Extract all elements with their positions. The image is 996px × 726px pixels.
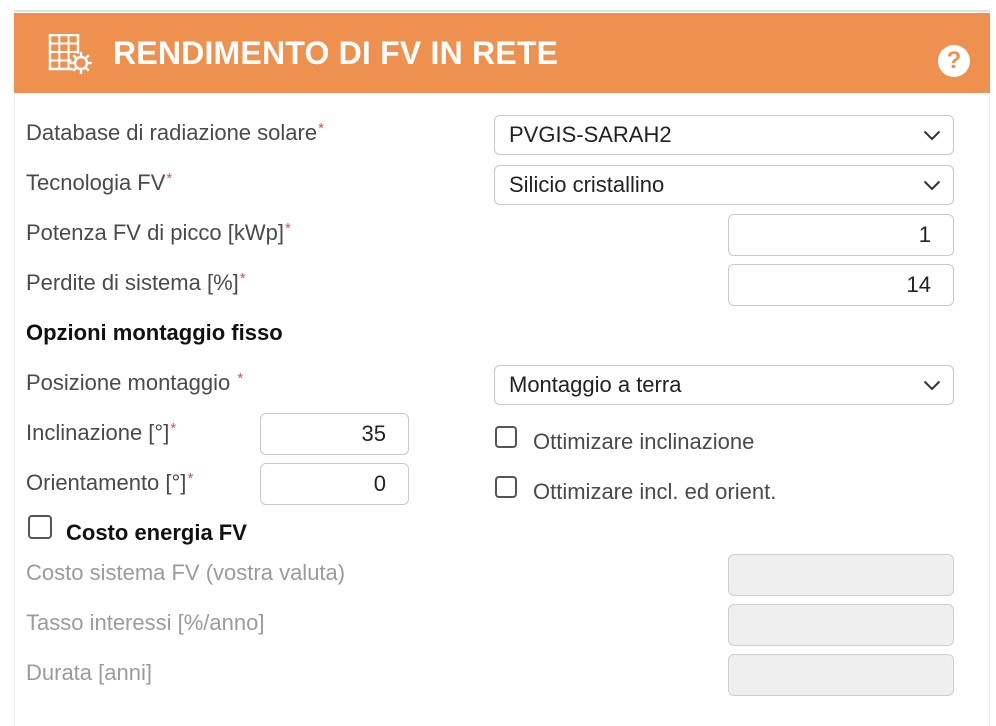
peak-power-label: Potenza FV di picco [kWp]* bbox=[26, 219, 291, 247]
mount-position-select-value: Montaggio a terra bbox=[509, 372, 682, 397]
lifetime-input[interactable] bbox=[728, 654, 954, 696]
peak-power-label-text: Potenza FV di picco [kWp] bbox=[26, 220, 284, 245]
required-mark: * bbox=[285, 220, 291, 237]
azimuth-label: Orientamento [°]* bbox=[26, 469, 193, 497]
technology-select-value: Silicio cristallino bbox=[509, 172, 665, 197]
database-label-text: Database di radiazione solare bbox=[26, 120, 318, 145]
optimize-both-label: Ottimizare incl. ed orient. bbox=[533, 479, 777, 504]
panel-header: RENDIMENTO DI FV IN RETE ? bbox=[14, 13, 990, 93]
mount-position-label-text: Posizione montaggio bbox=[26, 370, 237, 395]
losses-label-text: Perdite di sistema [%] bbox=[26, 270, 239, 295]
cost-section-title: Costo energia FV bbox=[66, 520, 247, 545]
interest-input[interactable] bbox=[728, 604, 954, 646]
database-select-value: PVGIS-SARAH2 bbox=[509, 122, 672, 147]
cost-checkbox[interactable] bbox=[28, 515, 52, 539]
interest-label: Tasso interessi [%/anno] bbox=[26, 610, 265, 635]
technology-label: Tecnologia FV* bbox=[26, 169, 172, 197]
required-mark: * bbox=[166, 170, 173, 187]
slope-label-text: Inclinazione [°] bbox=[26, 420, 170, 445]
mount-position-label: Posizione montaggio * bbox=[26, 369, 243, 397]
chevron-down-icon bbox=[921, 166, 943, 204]
database-label: Database di radiazione solare* bbox=[26, 119, 324, 147]
required-mark: * bbox=[170, 420, 177, 437]
peak-power-input[interactable]: 1 bbox=[728, 214, 954, 256]
required-mark: * bbox=[237, 370, 244, 387]
losses-label: Perdite di sistema [%]* bbox=[26, 269, 246, 297]
azimuth-input[interactable]: 0 bbox=[260, 463, 409, 505]
chevron-down-icon bbox=[921, 366, 943, 404]
technology-select[interactable]: Silicio cristallino bbox=[494, 165, 954, 205]
fixed-mount-section-title: Opzioni montaggio fisso bbox=[26, 320, 283, 345]
optimize-slope-checkbox[interactable] bbox=[495, 426, 517, 448]
chevron-down-icon bbox=[921, 116, 943, 154]
optimize-both-checkbox[interactable] bbox=[495, 476, 517, 498]
database-select[interactable]: PVGIS-SARAH2 bbox=[494, 115, 954, 155]
technology-label-text: Tecnologia FV bbox=[26, 170, 166, 195]
help-icon[interactable]: ? bbox=[938, 45, 970, 77]
required-mark: * bbox=[318, 120, 324, 137]
required-mark: * bbox=[187, 470, 194, 487]
losses-input[interactable]: 14 bbox=[728, 264, 954, 306]
system-cost-input[interactable] bbox=[728, 554, 954, 596]
mount-position-select[interactable]: Montaggio a terra bbox=[494, 365, 954, 405]
system-cost-label: Costo sistema FV (vostra valuta) bbox=[26, 560, 346, 585]
panel-title: RENDIMENTO DI FV IN RETE bbox=[113, 35, 559, 71]
solar-panel-icon bbox=[48, 33, 93, 75]
optimize-slope-label: Ottimizare inclinazione bbox=[533, 429, 755, 454]
azimuth-label-text: Orientamento [°] bbox=[26, 470, 187, 495]
slope-input[interactable]: 35 bbox=[260, 413, 409, 455]
lifetime-label: Durata [anni] bbox=[26, 660, 152, 685]
required-mark: * bbox=[239, 270, 246, 287]
slope-label: Inclinazione [°]* bbox=[26, 419, 176, 447]
